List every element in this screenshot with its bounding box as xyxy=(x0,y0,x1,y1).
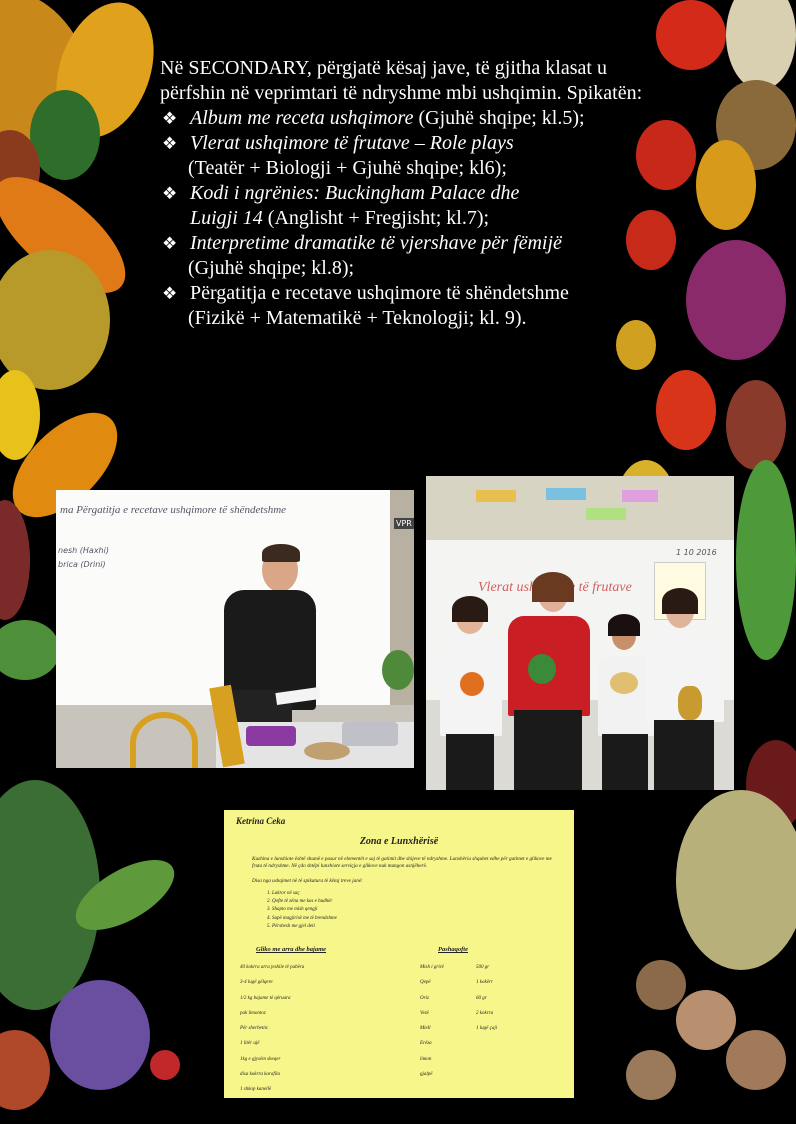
list-item: ❖ Vlerat ushqimore të frutave – Role pla… xyxy=(162,132,514,179)
whiteboard-name: brica (Drini) xyxy=(58,560,106,569)
list-item: ❖ Përgatitja e recetave ushqimore të shë… xyxy=(162,282,569,329)
document-title: Zona e Lunxhërisë xyxy=(359,836,439,847)
intro-paragraph: Në SECONDARY, përgjatë kësaj jave, të gj… xyxy=(160,57,643,104)
list-item: ❖ Album me receta ushqimore (Gjuhë shqip… xyxy=(162,107,585,129)
diamond-bullet-icon: ❖ xyxy=(162,134,178,153)
photo-student-presenting: ma Përgatitja e recetave ushqimore të sh… xyxy=(56,490,414,768)
ingredients-column: Mish i grirë Qepë Oriz Vezë Miell Erëza … xyxy=(420,965,444,1078)
list-item: Shapto me mish qengji xyxy=(272,906,337,914)
list-item: Përshesh me gjel deti xyxy=(272,923,337,931)
list-item: Supë magjirisë me të brendshme xyxy=(272,915,337,923)
diamond-bullet-icon: ❖ xyxy=(162,284,178,303)
whiteboard-text: ma Përgatitja e recetave ushqimore të sh… xyxy=(60,504,287,516)
activities-list: ❖ Album me receta ushqimore (Gjuhë shqip… xyxy=(160,106,650,331)
recipe-heading: Gliko me arra dhe bajame xyxy=(256,946,327,953)
list-item: Qofte të zëna me kos e hudhër xyxy=(272,898,337,906)
document-author: Ketrina Ceka xyxy=(236,816,286,826)
recipe-heading: Pashaqofte xyxy=(438,946,468,953)
diamond-bullet-icon: ❖ xyxy=(162,234,178,253)
corner-label: VPR xyxy=(394,518,414,529)
recipe-document: Ketrina Ceka Zona e Lunxhërisë Kuzhina e… xyxy=(224,810,574,1098)
diamond-bullet-icon: ❖ xyxy=(162,109,178,128)
whiteboard-date: 1 10 2016 xyxy=(676,548,717,557)
activities-text: Në SECONDARY, përgjatë kësaj jave, të gj… xyxy=(160,56,650,331)
list-item: ❖ Interpretime dramatike të vjershave pë… xyxy=(162,232,562,279)
ingredients-column: 40 kokrra arra jeshile të pabëra 3-4 lug… xyxy=(240,965,305,1093)
dish-list: Lakror në saç Qofte të zëna me kos e hud… xyxy=(264,890,337,931)
diamond-bullet-icon: ❖ xyxy=(162,184,178,203)
quantities-column: 500 gr 1 kokërr 60 gr 2 kokrra 1 lugë ça… xyxy=(476,965,498,1032)
document-paragraph: Kuzhina e lunxhiote është shumë e pasur … xyxy=(252,856,552,869)
whiteboard-name: nesh (Haxhi) xyxy=(58,546,109,555)
list-item: ❖ Kodi i ngrënies: Buckingham Palace dhe… xyxy=(162,182,520,229)
photo-fruit-role-play: Vlerat ushqimore të frutave 1 10 2016 xyxy=(426,476,734,790)
document-paragraph: Disa nga ushqimet në të spikatura të kët… xyxy=(252,878,363,884)
list-item: Lakror në saç xyxy=(272,890,337,898)
